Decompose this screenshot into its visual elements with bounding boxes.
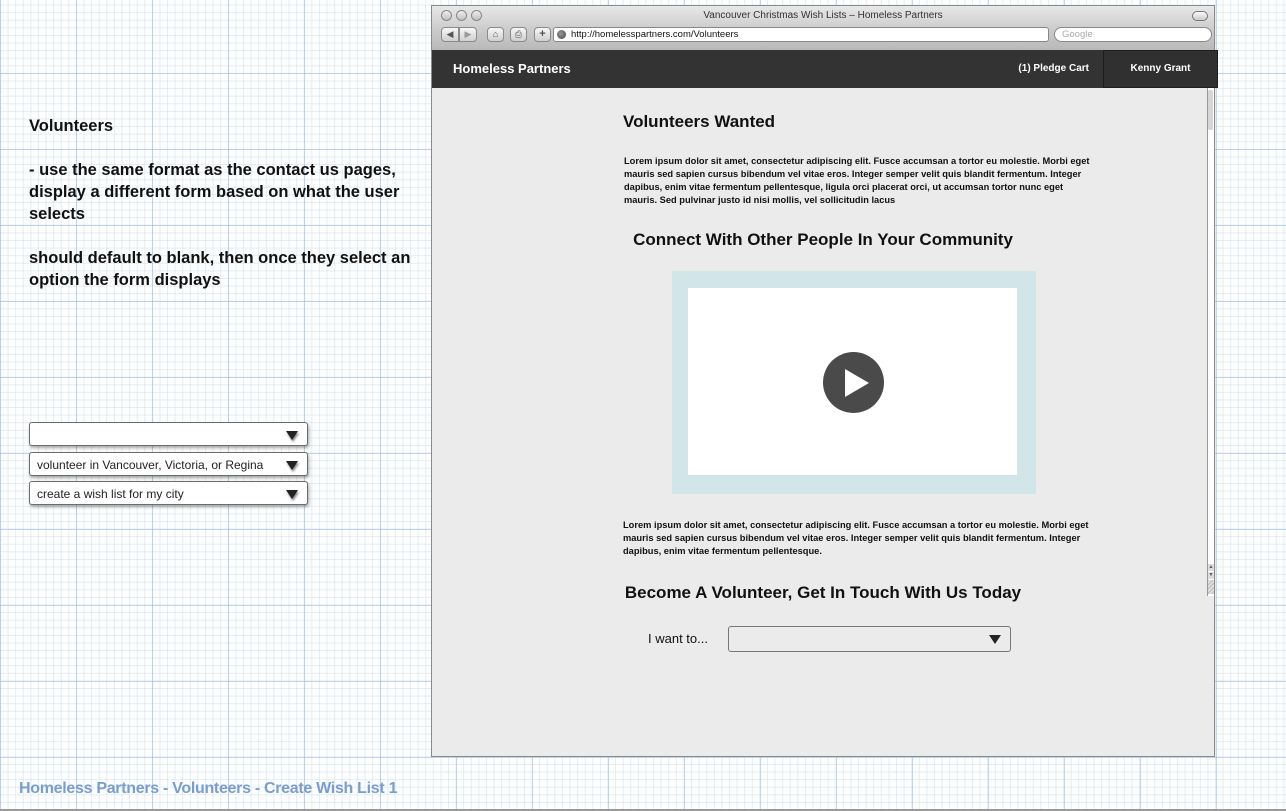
i-want-to-label: I want to...: [648, 631, 708, 646]
print-button[interactable]: ⎙: [510, 27, 527, 42]
chevron-down-icon: [286, 490, 298, 499]
chevron-down-icon: [286, 461, 298, 470]
site-logo-link[interactable]: Homeless Partners: [453, 61, 571, 76]
option-state-volunteer-select[interactable]: volunteer in Vancouver, Victoria, or Reg…: [29, 452, 308, 476]
home-button[interactable]: ⌂: [487, 27, 504, 42]
scroll-up-arrow-icon[interactable]: ▲: [1208, 564, 1214, 571]
video-description: Lorem ipsum dolor sit amet, consectetur …: [623, 520, 1089, 556]
forward-button[interactable]: ▶: [459, 27, 477, 42]
plus-icon: +: [539, 28, 546, 40]
search-input[interactable]: Google: [1054, 27, 1212, 42]
print-icon: ⎙: [514, 29, 523, 39]
select-value: create a wish list for my city: [37, 487, 184, 501]
option-state-wishlist-select[interactable]: create a wish list for my city: [29, 481, 308, 505]
user-menu-button[interactable]: Kenny Grant: [1103, 50, 1218, 88]
intro-paragraph: Lorem ipsum dolor sit amet, consectetur …: [624, 156, 1090, 205]
select-value: volunteer in Vancouver, Victoria, or Reg…: [37, 458, 264, 472]
site-header: Homeless Partners (1) Pledge Cart Kenny …: [432, 50, 1218, 88]
back-icon: ◀: [446, 29, 454, 39]
chevron-down-icon: [989, 635, 1001, 644]
play-icon[interactable]: [823, 352, 884, 413]
option-state-blank-select[interactable]: [29, 422, 308, 446]
globe-icon: [557, 30, 566, 39]
video-frame: [688, 288, 1017, 475]
pledge-cart-link[interactable]: (1) Pledge Cart: [1018, 63, 1089, 74]
scroll-down-arrow-icon[interactable]: ▼: [1208, 572, 1214, 579]
toolbar-toggle-button[interactable]: [1192, 11, 1208, 21]
scrollbar-thumb[interactable]: [1208, 90, 1213, 130]
chevron-down-icon: [286, 431, 298, 440]
annotation-notes: Volunteers - use the same format as the …: [29, 115, 429, 313]
forward-icon: ▶: [464, 29, 472, 39]
url-text: http://homelesspartners.com/Volunteers: [571, 29, 739, 40]
browser-window: Vancouver Christmas Wish Lists – Homeles…: [431, 5, 1218, 757]
vertical-scrollbar[interactable]: ▲ ▼: [1207, 88, 1214, 596]
volunteer-heading: Become A Volunteer, Get In Touch With Us…: [624, 583, 1022, 602]
video-player[interactable]: [672, 271, 1036, 494]
home-icon: ⌂: [492, 29, 499, 39]
search-placeholder: Google: [1062, 29, 1093, 40]
browser-toolbar: Vancouver Christmas Wish Lists – Homeles…: [432, 6, 1214, 51]
community-heading: Connect With Other People In Your Commun…: [633, 230, 1013, 249]
page-caption: Homeless Partners - Volunteers - Create …: [19, 780, 398, 797]
notes-paragraph: - use the same format as the contact us …: [29, 161, 400, 223]
page-title: Volunteers Wanted: [623, 112, 776, 131]
address-bar[interactable]: http://homelesspartners.com/Volunteers: [553, 27, 1049, 42]
back-button[interactable]: ◀: [441, 27, 459, 42]
notes-paragraph: should default to blank, then once they …: [29, 249, 411, 289]
add-bookmark-button[interactable]: +: [534, 27, 551, 42]
window-title: Vancouver Christmas Wish Lists – Homeles…: [703, 10, 943, 21]
notes-title: Volunteers: [29, 117, 114, 135]
i-want-to-select[interactable]: [728, 626, 1011, 652]
